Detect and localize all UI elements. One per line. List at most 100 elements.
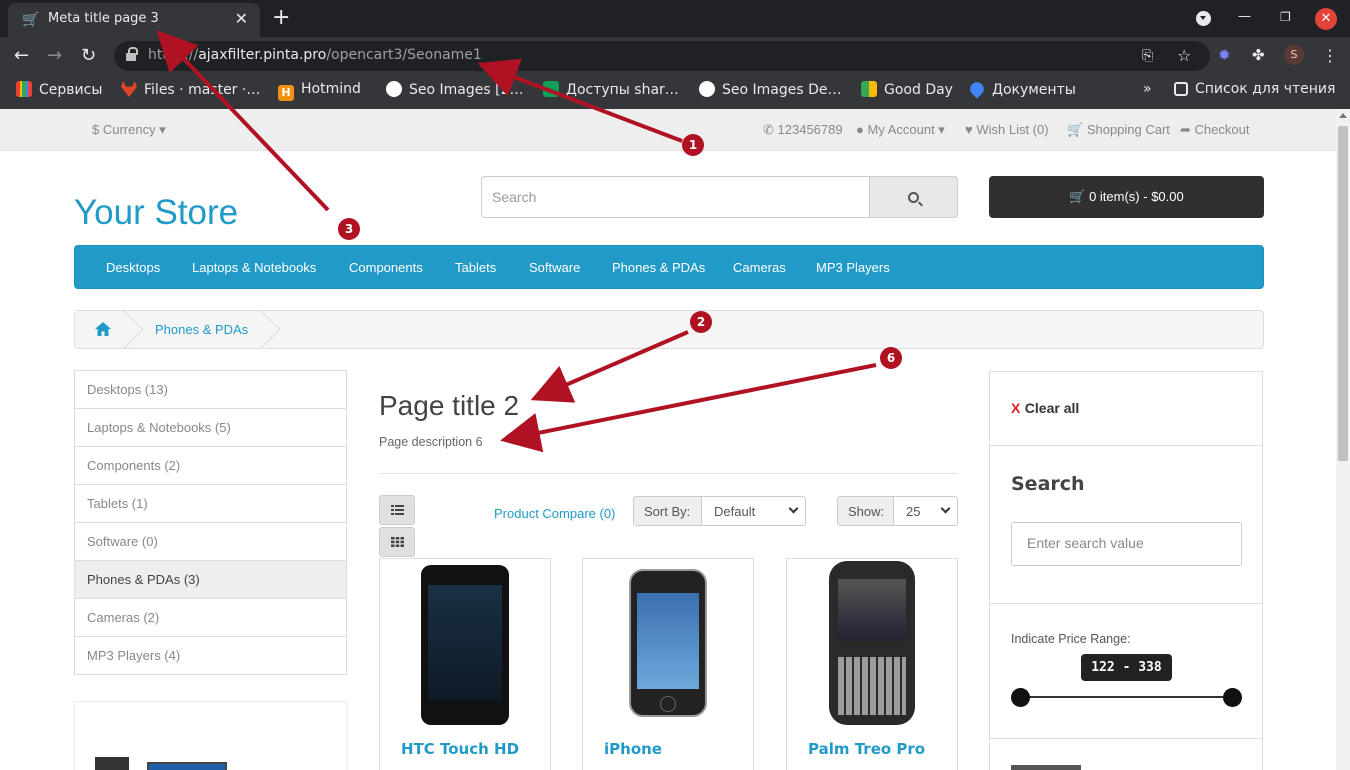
bookmarks-bar: Сервисы Files · master ·… H Hotmind Seo I… xyxy=(0,75,1350,109)
annotation-badge: 3 xyxy=(338,218,360,240)
search-button[interactable] xyxy=(869,176,958,218)
minimize-button[interactable]: — xyxy=(1238,9,1251,24)
hotmind-icon: H xyxy=(278,85,294,101)
product-card[interactable]: Palm Treo Pro xyxy=(786,558,958,770)
bookmark-item[interactable]: Seo Images De… xyxy=(699,81,842,98)
docs-drop-icon xyxy=(967,79,987,99)
menu-item[interactable]: Laptops & Notebooks xyxy=(192,260,316,275)
list-view-button[interactable] xyxy=(379,495,415,525)
product-name[interactable]: Palm Treo Pro xyxy=(808,740,925,758)
category-item-active[interactable]: Phones & PDAs (3) xyxy=(74,560,347,599)
forward-arrow-icon[interactable]: → xyxy=(47,45,62,66)
bookmark-item[interactable]: Seo Images [2… xyxy=(386,81,523,98)
translate-icon[interactable]: ⎘ xyxy=(1142,48,1153,64)
extensions-puzzle-icon[interactable]: ✤ xyxy=(1252,46,1265,64)
price-slider-min-handle[interactable] xyxy=(1011,688,1030,707)
category-item[interactable]: Components (2) xyxy=(74,446,347,485)
product-card[interactable]: HTC Touch HD xyxy=(379,558,551,770)
search-icon xyxy=(908,192,919,203)
bookmark-item[interactable]: H Hotmind xyxy=(278,81,361,101)
bookmark-item[interactable]: Сервисы xyxy=(16,81,102,98)
web-page: $ Currency ▾ ✆ 123456789 ● My Account ▾ … xyxy=(0,109,1336,770)
close-x-icon: X xyxy=(1011,400,1021,416)
menu-item[interactable]: Tablets xyxy=(455,260,496,275)
price-slider-track[interactable] xyxy=(1021,696,1233,698)
currency-dropdown[interactable]: $ Currency ▾ xyxy=(92,122,166,138)
heart-icon: ♥ xyxy=(965,122,973,137)
back-arrow-icon[interactable]: ← xyxy=(14,45,29,66)
menu-item[interactable]: Software xyxy=(529,260,580,275)
grid-icon xyxy=(391,537,404,547)
scroll-up-arrow-icon[interactable] xyxy=(1339,113,1347,118)
tab-search-icon[interactable] xyxy=(1196,11,1211,26)
sidebar-banner[interactable] xyxy=(74,701,347,770)
more-bookmarks-button[interactable]: » xyxy=(1143,81,1152,97)
product-name[interactable]: iPhone xyxy=(604,740,662,758)
wishlist-link[interactable]: ♥ Wish List (0) xyxy=(965,122,1049,137)
category-item[interactable]: Software (0) xyxy=(74,522,347,561)
category-item[interactable]: Laptops & Notebooks (5) xyxy=(74,408,347,447)
show-limit-select[interactable]: 25 xyxy=(893,496,958,526)
ajax-filter-panel: X Clear all Search Enter search value In… xyxy=(989,371,1263,770)
profile-avatar[interactable]: S xyxy=(1284,45,1304,65)
share-icon: ➦ xyxy=(1180,122,1191,137)
list-icon xyxy=(391,505,404,515)
banner-laptop-image xyxy=(147,762,227,770)
grid-view-button[interactable] xyxy=(379,527,415,557)
close-window-button[interactable]: ✕ xyxy=(1315,8,1337,30)
annotation-badge: 6 xyxy=(880,347,902,369)
reload-icon[interactable]: ↻ xyxy=(81,45,96,66)
extension-gear-icon[interactable]: ✹ xyxy=(1218,46,1231,64)
browser-tab[interactable]: 🛒 Meta title page 3 ✕ xyxy=(8,3,260,37)
sort-by-select[interactable]: Default xyxy=(701,496,806,526)
bookmark-item[interactable]: Доступы shar… xyxy=(543,81,679,98)
bookmark-item[interactable]: Документы xyxy=(967,79,1076,99)
product-compare-link[interactable]: Product Compare (0) xyxy=(494,506,615,521)
checkout-link[interactable]: ➦ Checkout xyxy=(1180,122,1249,138)
clear-all-button[interactable]: X Clear all xyxy=(1011,400,1079,418)
home-icon[interactable] xyxy=(95,322,111,336)
annotation-badge: 1 xyxy=(682,134,704,156)
scrollbar-thumb[interactable] xyxy=(1338,126,1348,461)
product-image[interactable] xyxy=(421,565,509,725)
page-scrollbar[interactable] xyxy=(1336,109,1350,770)
product-name[interactable]: HTC Touch HD xyxy=(401,740,519,758)
reading-list-icon xyxy=(1174,82,1188,96)
category-item[interactable]: Tablets (1) xyxy=(74,484,347,523)
maximize-button[interactable]: ❐ xyxy=(1280,10,1291,24)
cart-button[interactable]: 🛒 0 item(s) - $0.00 xyxy=(989,176,1264,218)
menu-item[interactable]: Desktops xyxy=(106,260,160,275)
product-image[interactable] xyxy=(829,561,915,725)
category-item[interactable]: Cameras (2) xyxy=(74,598,347,637)
sort-by-label: Sort By: xyxy=(633,496,702,526)
sheets-icon xyxy=(543,81,559,97)
goodday-icon xyxy=(861,81,877,97)
browser-menu-icon[interactable]: ⋮ xyxy=(1322,46,1338,65)
url-text[interactable]: https://ajaxfilter.pinta.pro/opencart3/S… xyxy=(148,47,482,63)
bookmark-item[interactable]: Files · master ·… xyxy=(121,81,260,98)
my-account-dropdown[interactable]: ● My Account ▾ xyxy=(856,122,945,138)
bookmark-star-icon[interactable]: ☆ xyxy=(1177,46,1191,65)
menu-item[interactable]: Components xyxy=(349,260,423,275)
new-tab-button[interactable]: + xyxy=(272,5,290,30)
search-input[interactable]: Search xyxy=(481,176,870,218)
shopping-cart-link[interactable]: 🛒 Shopping Cart xyxy=(1067,122,1170,138)
reading-list-button[interactable]: Список для чтения xyxy=(1174,81,1335,97)
menu-item[interactable]: Cameras xyxy=(733,260,786,275)
menu-item[interactable]: MP3 Players xyxy=(816,260,890,275)
bookmark-item[interactable]: Good Day xyxy=(861,81,953,98)
category-item[interactable]: MP3 Players (4) xyxy=(74,636,347,675)
phone-link[interactable]: ✆ 123456789 xyxy=(763,122,843,138)
lock-icon xyxy=(126,47,138,61)
menu-item[interactable]: Phones & PDAs xyxy=(612,260,705,275)
category-item[interactable]: Desktops (13) xyxy=(74,370,347,409)
filter-search-input[interactable]: Enter search value xyxy=(1011,522,1242,566)
product-image[interactable] xyxy=(629,569,707,717)
url-omnibox[interactable]: https://ajaxfilter.pinta.pro/opencart3/S… xyxy=(114,41,1210,71)
tab-close-icon[interactable]: ✕ xyxy=(235,9,248,28)
breadcrumb-current[interactable]: Phones & PDAs xyxy=(155,322,248,337)
chevron-down-icon xyxy=(788,503,799,514)
store-logo[interactable]: Your Store xyxy=(74,193,238,233)
price-slider-max-handle[interactable] xyxy=(1223,688,1242,707)
product-card[interactable]: iPhone xyxy=(582,558,754,770)
